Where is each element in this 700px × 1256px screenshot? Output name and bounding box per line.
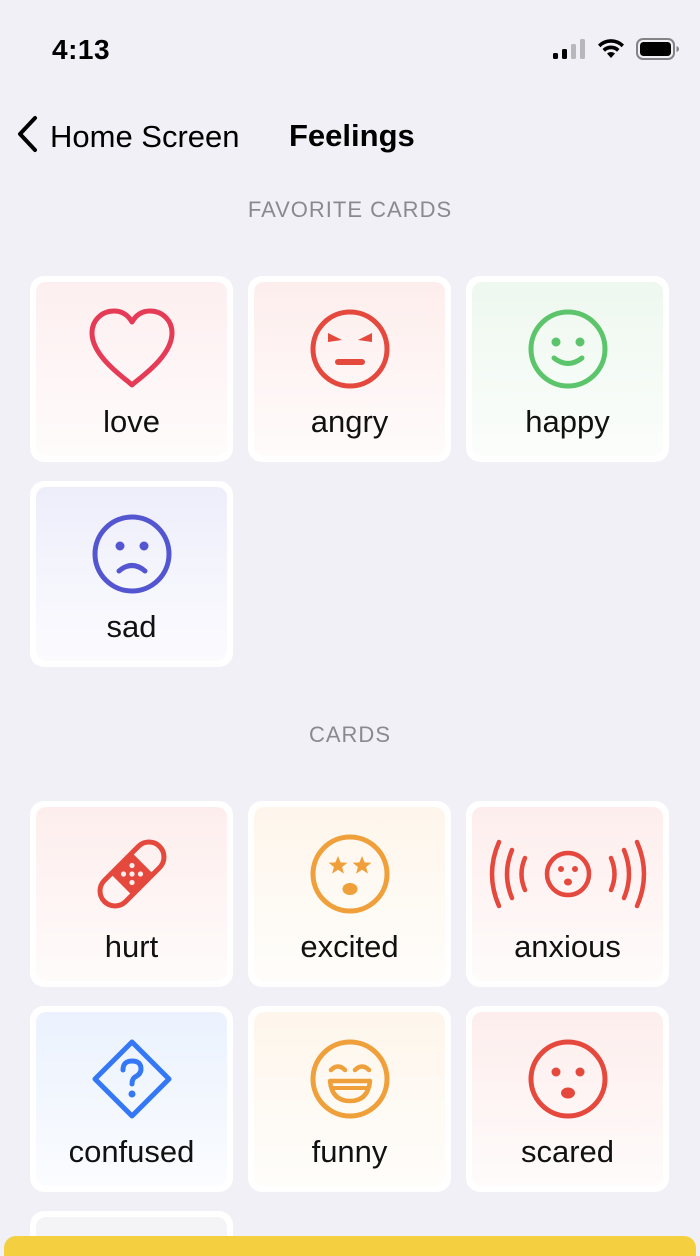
card-label: sad xyxy=(106,609,157,644)
favorite-card-angry[interactable]: angry xyxy=(248,276,451,462)
wifi-icon xyxy=(596,38,626,65)
card-label: hurt xyxy=(104,929,159,964)
navigation-bar: Home Screen Feelings xyxy=(0,100,700,172)
status-icons xyxy=(552,38,680,65)
card-inner: happy xyxy=(472,282,663,456)
card-label: happy xyxy=(525,404,610,439)
back-label: Home Screen xyxy=(50,118,240,154)
card-label: confused xyxy=(68,1134,195,1169)
star-struck-face-icon xyxy=(254,829,445,919)
favorites-section-header: FAVORITE CARDS xyxy=(247,197,453,222)
card-inner: love xyxy=(36,282,227,456)
smiling-face-icon xyxy=(472,304,663,394)
card-inner: scared xyxy=(472,1012,663,1186)
card-scared[interactable]: scared xyxy=(466,1006,669,1192)
card-confused[interactable]: confused xyxy=(30,1006,233,1192)
card-inner: anxious xyxy=(472,807,663,981)
grinning-face-icon xyxy=(254,1034,445,1124)
card-inner: hurt xyxy=(36,807,227,981)
card-excited[interactable]: excited xyxy=(248,801,451,987)
card-inner: sad xyxy=(36,487,227,661)
status-bar: 4:13 xyxy=(0,0,700,100)
scared-face-icon xyxy=(472,1034,663,1124)
card-label: love xyxy=(103,404,160,439)
bottom-bar xyxy=(4,1236,696,1256)
vibrating-face-icon xyxy=(472,829,663,919)
angry-face-icon xyxy=(254,304,445,394)
status-time: 4:13 xyxy=(52,34,111,65)
card-anxious[interactable]: anxious xyxy=(466,801,669,987)
card-label: excited xyxy=(300,929,399,964)
card-inner: confused xyxy=(36,1012,227,1186)
sad-face-icon xyxy=(36,509,227,599)
battery-icon xyxy=(636,38,680,65)
question-diamond-icon xyxy=(36,1034,227,1124)
page-title: Feelings xyxy=(289,118,415,153)
favorite-card-happy[interactable]: happy xyxy=(466,276,669,462)
card-inner: excited xyxy=(254,807,445,981)
card-inner: angry xyxy=(254,282,445,456)
card-label: funny xyxy=(311,1134,388,1169)
chevron-left-icon xyxy=(14,114,40,159)
cards-section-header: CARDS xyxy=(308,722,391,747)
favorite-card-love[interactable]: love xyxy=(30,276,233,462)
card-inner: funny xyxy=(254,1012,445,1186)
card-funny[interactable]: funny xyxy=(248,1006,451,1192)
card-label: angry xyxy=(310,404,389,439)
heart-icon xyxy=(36,304,227,394)
card-hurt[interactable]: hurt xyxy=(30,801,233,987)
back-button[interactable]: Home Screen xyxy=(14,114,240,159)
favorite-card-sad[interactable]: sad xyxy=(30,481,233,667)
card-label: scared xyxy=(520,1134,615,1169)
bandage-icon xyxy=(36,829,227,919)
card-label: anxious xyxy=(514,929,621,964)
cellular-signal-icon xyxy=(552,38,586,65)
